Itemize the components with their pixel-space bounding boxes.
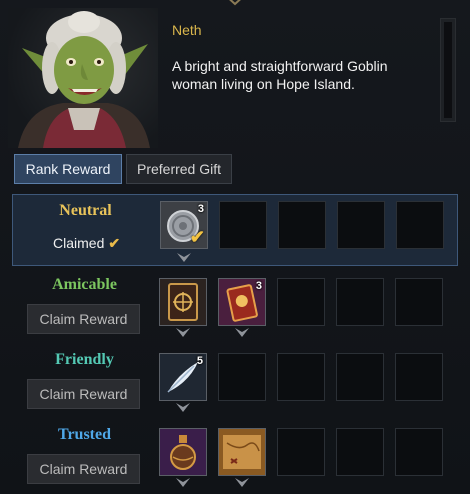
reward-slot-empty [395, 353, 443, 401]
reward-slot-empty [336, 278, 384, 326]
item-quantity: 3 [255, 280, 262, 292]
npc-portrait [8, 8, 158, 148]
scrollbar-thumb[interactable] [444, 22, 452, 118]
pin-marker-icon [235, 328, 249, 337]
tab-rank-reward[interactable]: Rank Reward [14, 154, 122, 184]
reward-slot-empty [219, 201, 267, 249]
claim-reward-button[interactable]: Claim Reward [27, 454, 140, 484]
tab-preferred-gift[interactable]: Preferred Gift [126, 154, 232, 184]
pin-marker-icon [177, 253, 191, 262]
pin-marker-icon [176, 403, 190, 412]
rank-name: Amicable [52, 276, 117, 293]
npc-rapport-panel: Neth A bright and straightforward Goblin… [0, 0, 470, 494]
claimed-check-icon: ✔ [189, 227, 205, 247]
rank-name: Neutral [59, 202, 112, 219]
reward-slot-empty [337, 201, 385, 249]
claim-reward-button[interactable]: Claim Reward [27, 379, 140, 409]
reward-slot[interactable] [218, 428, 266, 476]
check-icon: ✔ [108, 235, 121, 251]
reward-slot-empty [396, 201, 444, 249]
reward-slot-empty [395, 278, 443, 326]
rank-row-neutral: Neutral Claimed ✔ 3 ✔ [12, 194, 458, 266]
treasure-map-icon [219, 429, 265, 475]
potion-flask-icon [160, 429, 206, 475]
npc-description: A bright and straightforward Goblin woma… [172, 58, 388, 92]
item-quantity: 3 [197, 203, 204, 215]
claimed-label: Claimed [53, 235, 105, 251]
reward-slot[interactable]: 3 ✔ [160, 201, 208, 249]
reward-slot-empty [277, 278, 325, 326]
reward-slot-empty [277, 428, 325, 476]
rank-name: Trusted [57, 426, 112, 443]
reward-slot-empty [218, 353, 266, 401]
reward-slot-empty [277, 353, 325, 401]
npc-name: Neth [172, 22, 202, 38]
ornament-icon [229, 0, 241, 6]
reward-slot[interactable] [159, 278, 207, 326]
pin-marker-icon [235, 478, 249, 487]
claimed-status: Claimed ✔ [53, 235, 143, 252]
reward-slot[interactable]: 5 [159, 353, 207, 401]
pin-marker-icon [176, 478, 190, 487]
reward-slot-empty [278, 201, 326, 249]
rank-row-amicable: Amicable Claim Reward 3 [12, 270, 458, 342]
claim-reward-button[interactable]: Claim Reward [27, 304, 140, 334]
reward-slot-empty [336, 428, 384, 476]
item-quantity: 5 [196, 355, 203, 367]
reward-slot[interactable] [159, 428, 207, 476]
description-scrollbar[interactable] [440, 18, 456, 122]
card-book-icon [160, 279, 206, 325]
reward-slot[interactable]: 3 [218, 278, 266, 326]
rank-row-friendly: Friendly Claim Reward 5 [12, 345, 458, 417]
rank-name: Friendly [55, 351, 114, 368]
reward-slot-empty [336, 353, 384, 401]
rank-row-trusted: Trusted Claim Reward [12, 420, 458, 492]
pin-marker-icon [176, 328, 190, 337]
reward-slot-empty [395, 428, 443, 476]
